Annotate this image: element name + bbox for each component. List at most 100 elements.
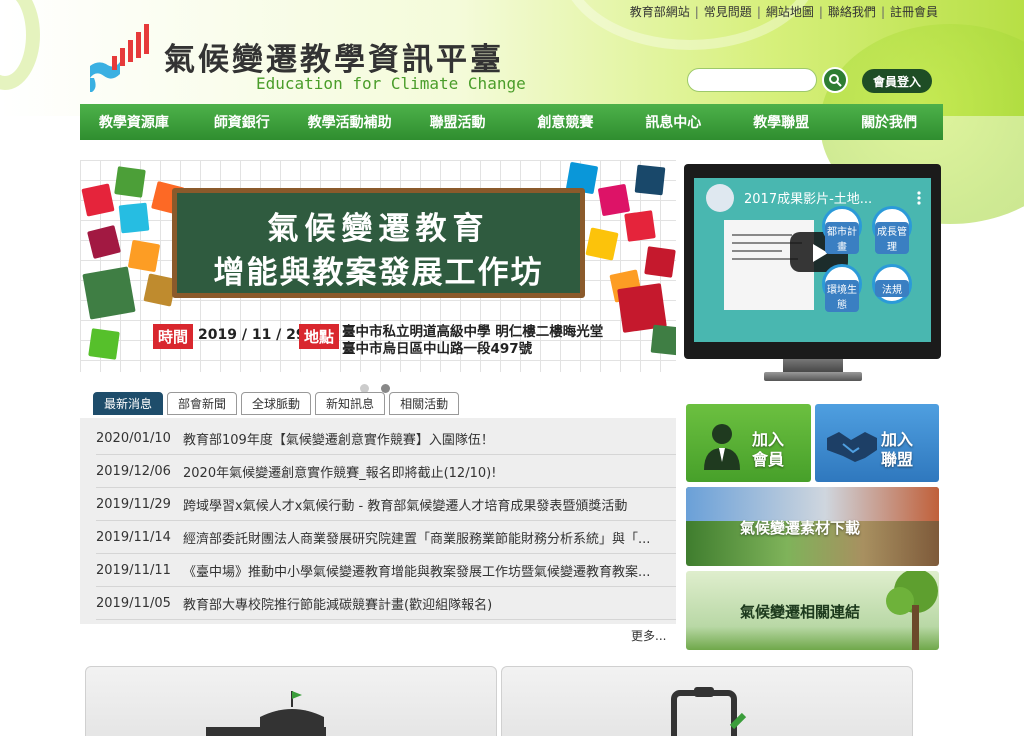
news-list: 2020/01/10 教育部109年度【氣候變遷創意實作競賽】入圍隊伍！ 201… — [80, 418, 676, 624]
clipboard-icon — [671, 687, 747, 736]
more-options-icon[interactable] — [916, 190, 922, 206]
toplink-register[interactable]: 註冊會員 — [890, 3, 938, 20]
nav-item-news-center[interactable]: 訊息中心 — [619, 104, 727, 140]
sdg-tile — [87, 225, 121, 259]
tree-icon — [886, 571, 938, 650]
separator: | — [818, 4, 823, 19]
join-alliance-line2: 聯盟 — [881, 450, 914, 469]
separator: | — [694, 4, 699, 19]
chalkboard: 氣候變遷教育 增能與教案發展工作坊 — [172, 188, 585, 298]
related-links-tile[interactable]: 氣候變遷相關連結 — [686, 571, 939, 650]
toplink-moe[interactable]: 教育部網站 — [630, 3, 690, 20]
list-item[interactable]: 2019/11/05 教育部大專校院推行節能減碳競賽計畫(歡迎組隊報名) — [96, 587, 676, 620]
toplink-faq[interactable]: 常見問題 — [704, 3, 752, 20]
place-value-line2: 臺中市烏日區中山路一段497號 — [342, 341, 533, 357]
nav-item-teacher-bank[interactable]: 師資銀行 — [188, 104, 296, 140]
monitor-base — [764, 372, 862, 381]
sdg-tile — [118, 202, 150, 234]
video-bubble: 都市計畫 — [822, 206, 862, 254]
document-line — [732, 250, 782, 252]
news-date: 2019/12/06 — [96, 463, 171, 479]
bubble-label: 環境生態 — [825, 280, 859, 312]
video-bubble: 法規 — [872, 264, 912, 304]
sdg-tile — [585, 227, 619, 261]
list-item[interactable]: 2020/01/10 教育部109年度【氣候變遷創意實作競賽】入圍隊伍！ — [96, 422, 676, 455]
time-label: 時間 — [153, 324, 194, 349]
sdg-tile — [650, 324, 676, 356]
join-member-line2: 會員 — [752, 450, 785, 469]
school-icon — [206, 691, 326, 736]
tab-global-trends[interactable]: 全球脈動 — [241, 392, 312, 415]
sdg-tile — [82, 266, 136, 320]
toplink-sitemap[interactable]: 網站地圖 — [766, 3, 814, 20]
news-title[interactable]: 跨域學習x氣候人才x氣候行動 - 教育部氣候變遷人才培育成果發表暨頒獎活動 — [183, 495, 676, 514]
tab-ministry-news[interactable]: 部會新聞 — [167, 392, 238, 415]
place-label: 地點 — [299, 324, 340, 349]
site-title[interactable]: 氣候變遷教學資訊平臺 — [164, 34, 504, 79]
banner-title-line2: 增能與教案發展工作坊 — [213, 255, 544, 291]
bubble-label: 都市計畫 — [825, 222, 859, 254]
separator: | — [880, 4, 885, 19]
news-date: 2019/11/29 — [96, 496, 171, 512]
nav-item-teaching-alliance[interactable]: 教學聯盟 — [727, 104, 835, 140]
document-line — [732, 258, 798, 260]
page: 教育部網站 | 常見問題 | 網站地圖 | 聯絡我們 | 註冊會員 氣候變遷教學… — [0, 0, 1024, 736]
video-player[interactable]: 2017成果影片-土地... 都市計畫 成長管理 環境生態 法規 — [694, 178, 931, 342]
nav-item-activity-subsidy[interactable]: 教學活動補助 — [296, 104, 404, 140]
news-date: 2019/11/05 — [96, 595, 171, 611]
materials-download-tile[interactable]: 氣候變遷素材下載 — [686, 487, 939, 566]
news-title[interactable]: 2020年氣候變遷創意實作競賽_報名即將截止(12/10)! — [183, 462, 676, 481]
channel-avatar[interactable] — [706, 184, 734, 212]
member-icon — [704, 424, 740, 470]
tab-latest-news[interactable]: 最新消息 — [93, 392, 164, 415]
news-date: 2020/01/10 — [96, 430, 171, 446]
sdg-tile — [127, 239, 161, 273]
feature-card-school[interactable] — [85, 666, 497, 736]
tab-related-activities[interactable]: 相關活動 — [389, 392, 460, 415]
decorative-swirl — [0, 0, 40, 90]
handshake-icon — [827, 432, 877, 462]
news-title[interactable]: 教育部109年度【氣候變遷創意實作競賽】入圍隊伍！ — [183, 429, 676, 448]
monitor-stand — [783, 359, 843, 373]
sdg-tile — [624, 210, 656, 242]
search-icon — [829, 74, 842, 87]
list-item[interactable]: 2019/12/06 2020年氣候變遷創意實作競賽_報名即將截止(12/10)… — [96, 455, 676, 488]
sdg-tile — [81, 183, 115, 217]
list-item[interactable]: 2019/11/11 《臺中場》推動中小學氣候變遷教育增能與教案發展工作坊暨氣候… — [96, 554, 676, 587]
join-member-tile[interactable]: 加入 會員 — [686, 404, 811, 482]
nav-item-teaching-resources[interactable]: 教學資源庫 — [80, 104, 188, 140]
feature-card-checklist[interactable] — [501, 666, 913, 736]
toplink-contact[interactable]: 聯絡我們 — [828, 3, 876, 20]
separator: | — [756, 4, 761, 19]
news-date: 2019/11/14 — [96, 529, 171, 545]
nav-item-alliance-activities[interactable]: 聯盟活動 — [404, 104, 512, 140]
sdg-tile — [114, 166, 146, 198]
site-logo[interactable] — [88, 22, 160, 94]
document-line — [732, 234, 792, 236]
nav-item-creative-competition[interactable]: 創意競賽 — [512, 104, 620, 140]
list-item[interactable]: 2019/11/14 經濟部委託財團法人商業發展研究院建置「商業服務業節能財務分… — [96, 521, 676, 554]
join-alliance-tile[interactable]: 加入 聯盟 — [815, 404, 939, 482]
video-title[interactable]: 2017成果影片-土地... — [744, 188, 872, 207]
news-title[interactable]: 經濟部委託財團法人商業發展研究院建置「商業服務業節能財務分析系統」與「... — [183, 528, 676, 547]
search-input[interactable] — [687, 68, 817, 92]
related-links-label: 氣候變遷相關連結 — [740, 603, 861, 621]
news-title[interactable]: 《臺中場》推動中小學氣候變遷教育增能與教案發展工作坊暨氣候變遷教育教案... — [183, 561, 676, 580]
nav-item-about-us[interactable]: 關於我們 — [835, 104, 943, 140]
tab-new-knowledge[interactable]: 新知訊息 — [315, 392, 386, 415]
login-button[interactable]: 會員登入 — [862, 69, 932, 93]
sdg-tile — [634, 164, 666, 196]
news-title[interactable]: 教育部大專校院推行節能減碳競賽計畫(歡迎組隊報名) — [183, 594, 676, 613]
event-banner[interactable]: 氣候變遷教育 增能與教案發展工作坊 時間 2019 / 11 / 29 地點 臺… — [80, 160, 676, 372]
news-tabs: 最新消息 部會新聞 全球脈動 新知訊息 相關活動 — [93, 392, 460, 415]
list-item[interactable]: 2019/11/29 跨域學習x氣候人才x氣候行動 - 教育部氣候變遷人才培育成… — [96, 488, 676, 521]
news-date: 2019/11/11 — [96, 562, 171, 578]
video-bubble: 環境生態 — [822, 264, 862, 312]
more-news-link[interactable]: 更多... — [631, 627, 666, 644]
bubble-label: 法規 — [875, 280, 909, 297]
search-button[interactable] — [822, 67, 848, 93]
time-value: 2019 / 11 / 29 — [198, 327, 306, 343]
materials-download-label: 氣候變遷素材下載 — [740, 519, 861, 537]
sdg-tile — [597, 183, 631, 217]
sdg-tile — [88, 328, 120, 360]
